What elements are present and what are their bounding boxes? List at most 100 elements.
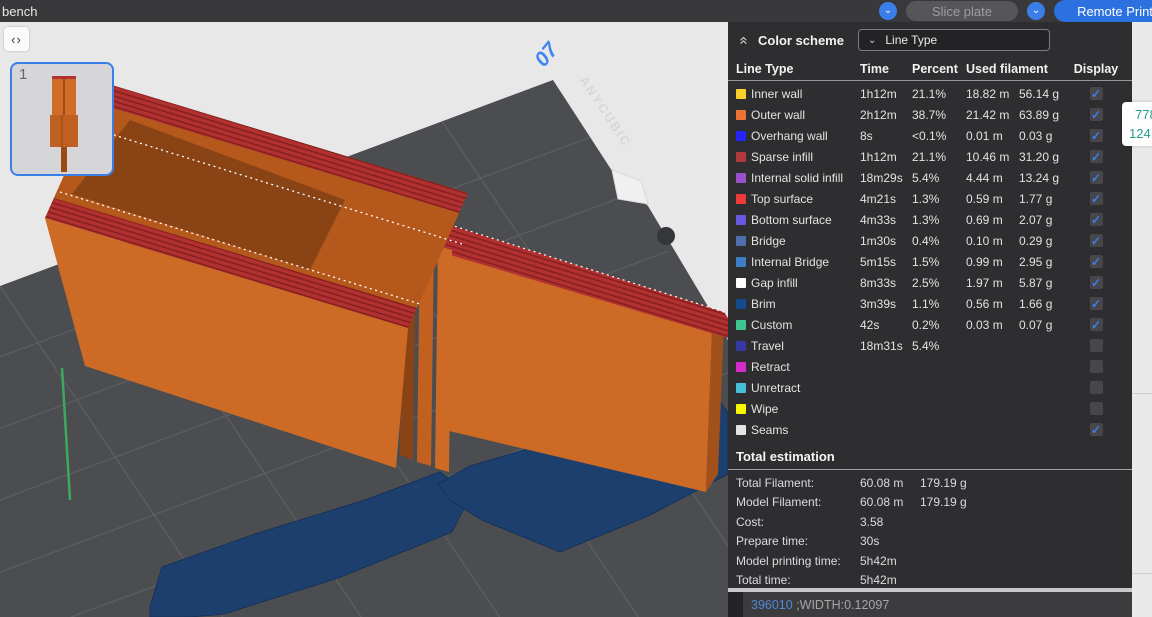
display-cell: ✓	[1073, 423, 1119, 436]
used-filament-m-cell: 10.46 m	[966, 150, 1019, 164]
display-cell: ✓	[1073, 402, 1119, 415]
divider	[728, 80, 1132, 81]
used-filament-g-cell: 5.87 g	[1019, 276, 1073, 290]
table-row: Travel18m31s5.4%✓	[728, 335, 1132, 356]
used-filament-g-cell: 56.14 g	[1019, 87, 1073, 101]
display-cell: ✓	[1073, 339, 1119, 352]
slicer-app: bench ⌄ Slice plate ⌄ Remote Print	[0, 0, 1152, 617]
window-title: bench	[0, 4, 37, 19]
line-type-label: Overhang wall	[751, 129, 860, 143]
line-type-table: Inner wall1h12m21.1%18.82 m56.14 g✓Outer…	[728, 83, 1132, 440]
display-checkbox[interactable]: ✓	[1090, 423, 1103, 436]
top-bar-actions: ⌄ Slice plate ⌄ Remote Print	[879, 0, 1152, 22]
used-filament-g-cell: 2.07 g	[1019, 213, 1073, 227]
table-row: Internal Bridge5m15s1.5%0.99 m2.95 g✓	[728, 251, 1132, 272]
panel-header: « Color scheme ⌄ Line Type	[728, 22, 1132, 58]
gcode-line-number: 396010	[751, 598, 793, 612]
line-type-label: Custom	[751, 318, 860, 332]
line-type-label: Inner wall	[751, 87, 860, 101]
used-filament-g-cell: 63.89 g	[1019, 108, 1073, 122]
print-options-dropdown-button[interactable]: ⌄	[1027, 2, 1045, 20]
display-checkbox[interactable]: ✓	[1090, 129, 1103, 142]
percent-cell: 21.1%	[912, 87, 966, 101]
line-type-label: Gap infill	[751, 276, 860, 290]
line-type-swatch	[736, 341, 746, 351]
line-type-swatch	[736, 404, 746, 414]
display-cell: ✓	[1073, 360, 1119, 373]
display-checkbox[interactable]: ✓	[1090, 360, 1103, 373]
percent-cell: 1.3%	[912, 192, 966, 206]
divider	[728, 469, 1132, 470]
display-cell: ✓	[1073, 381, 1119, 394]
table-row: Brim3m39s1.1%0.56 m1.66 g✓	[728, 293, 1132, 314]
display-checkbox[interactable]: ✓	[1090, 171, 1103, 184]
time-cell: 42s	[860, 318, 912, 332]
display-checkbox[interactable]: ✓	[1090, 297, 1103, 310]
slice-plate-button[interactable]: Slice plate	[906, 1, 1018, 21]
display-checkbox[interactable]: ✓	[1090, 192, 1103, 205]
display-cell: ✓	[1073, 234, 1119, 247]
column-header-used-filament: Used filament	[966, 62, 1073, 76]
used-filament-m-cell: 1.97 m	[966, 276, 1019, 290]
display-checkbox[interactable]: ✓	[1090, 108, 1103, 121]
display-checkbox[interactable]: ✓	[1090, 339, 1103, 352]
display-cell: ✓	[1073, 87, 1119, 100]
line-type-swatch	[736, 236, 746, 246]
remote-print-button[interactable]: Remote Print	[1054, 0, 1152, 22]
time-cell: 3m39s	[860, 297, 912, 311]
line-type-swatch	[736, 257, 746, 267]
total-estimation-row: Model printing time:5h42m	[728, 551, 1132, 571]
percent-cell: 5.4%	[912, 339, 966, 353]
display-cell: ✓	[1073, 318, 1119, 331]
display-checkbox[interactable]: ✓	[1090, 381, 1103, 394]
line-type-swatch	[736, 110, 746, 120]
used-filament-m-cell: 0.59 m	[966, 192, 1019, 206]
column-header-line-type: Line Type	[736, 62, 860, 76]
table-row: Overhang wall8s<0.1%0.01 m0.03 g✓	[728, 125, 1132, 146]
display-checkbox[interactable]: ✓	[1090, 318, 1103, 331]
display-checkbox[interactable]: ✓	[1090, 276, 1103, 289]
percent-cell: <0.1%	[912, 129, 966, 143]
dropdown-value: Line Type	[885, 33, 937, 47]
plate-thumbnail[interactable]: 1	[10, 62, 114, 176]
total-value-1: 5h42m	[860, 573, 920, 587]
used-filament-g-cell: 0.07 g	[1019, 318, 1073, 332]
display-cell: ✓	[1073, 171, 1119, 184]
slice-options-dropdown-button[interactable]: ⌄	[879, 2, 897, 20]
table-row: Internal solid infill18m29s5.4%4.44 m13.…	[728, 167, 1132, 188]
total-estimation-title: Total estimation	[728, 440, 1132, 469]
table-row: Custom42s0.2%0.03 m0.07 g✓	[728, 314, 1132, 335]
display-checkbox[interactable]: ✓	[1090, 87, 1103, 100]
column-header-time: Time	[860, 62, 912, 76]
toolbar-collapse-button[interactable]: ‹›	[4, 27, 29, 51]
total-estimation-row: Total Filament:60.08 m179.19 g	[728, 473, 1132, 493]
line-type-label: Bridge	[751, 234, 860, 248]
table-row: Unretract ✓	[728, 377, 1132, 398]
display-checkbox[interactable]: ✓	[1090, 213, 1103, 226]
total-value-1: 60.08 m	[860, 476, 920, 490]
percent-cell: 0.2%	[912, 318, 966, 332]
display-checkbox[interactable]: ✓	[1090, 150, 1103, 163]
total-value-2: 179.19 g	[920, 476, 1132, 490]
percent-cell: 2.5%	[912, 276, 966, 290]
plate-thumbnail-number: 1	[19, 66, 27, 83]
time-cell: 8s	[860, 129, 912, 143]
used-filament-m-cell: 0.01 m	[966, 129, 1019, 143]
plate-screw-hole	[657, 227, 675, 245]
time-cell: 2h12m	[860, 108, 912, 122]
color-scheme-dropdown[interactable]: ⌄ Line Type	[858, 29, 1050, 51]
line-type-label: Travel	[751, 339, 860, 353]
line-type-label: Seams	[751, 423, 860, 437]
line-type-swatch	[736, 299, 746, 309]
display-checkbox[interactable]: ✓	[1090, 402, 1103, 415]
table-row: Bottom surface4m33s1.3%0.69 m2.07 g✓	[728, 209, 1132, 230]
line-type-label: Wipe	[751, 402, 860, 416]
line-type-label: Unretract	[751, 381, 860, 395]
percent-cell: 1.3%	[912, 213, 966, 227]
total-estimation-row: Prepare time:30s	[728, 532, 1132, 552]
gcode-status-bar: 396010 ;WIDTH:0.12097	[743, 592, 1132, 617]
display-checkbox[interactable]: ✓	[1090, 255, 1103, 268]
line-type-swatch	[736, 362, 746, 372]
display-checkbox[interactable]: ✓	[1090, 234, 1103, 247]
collapse-panel-icon[interactable]: «	[736, 32, 753, 48]
